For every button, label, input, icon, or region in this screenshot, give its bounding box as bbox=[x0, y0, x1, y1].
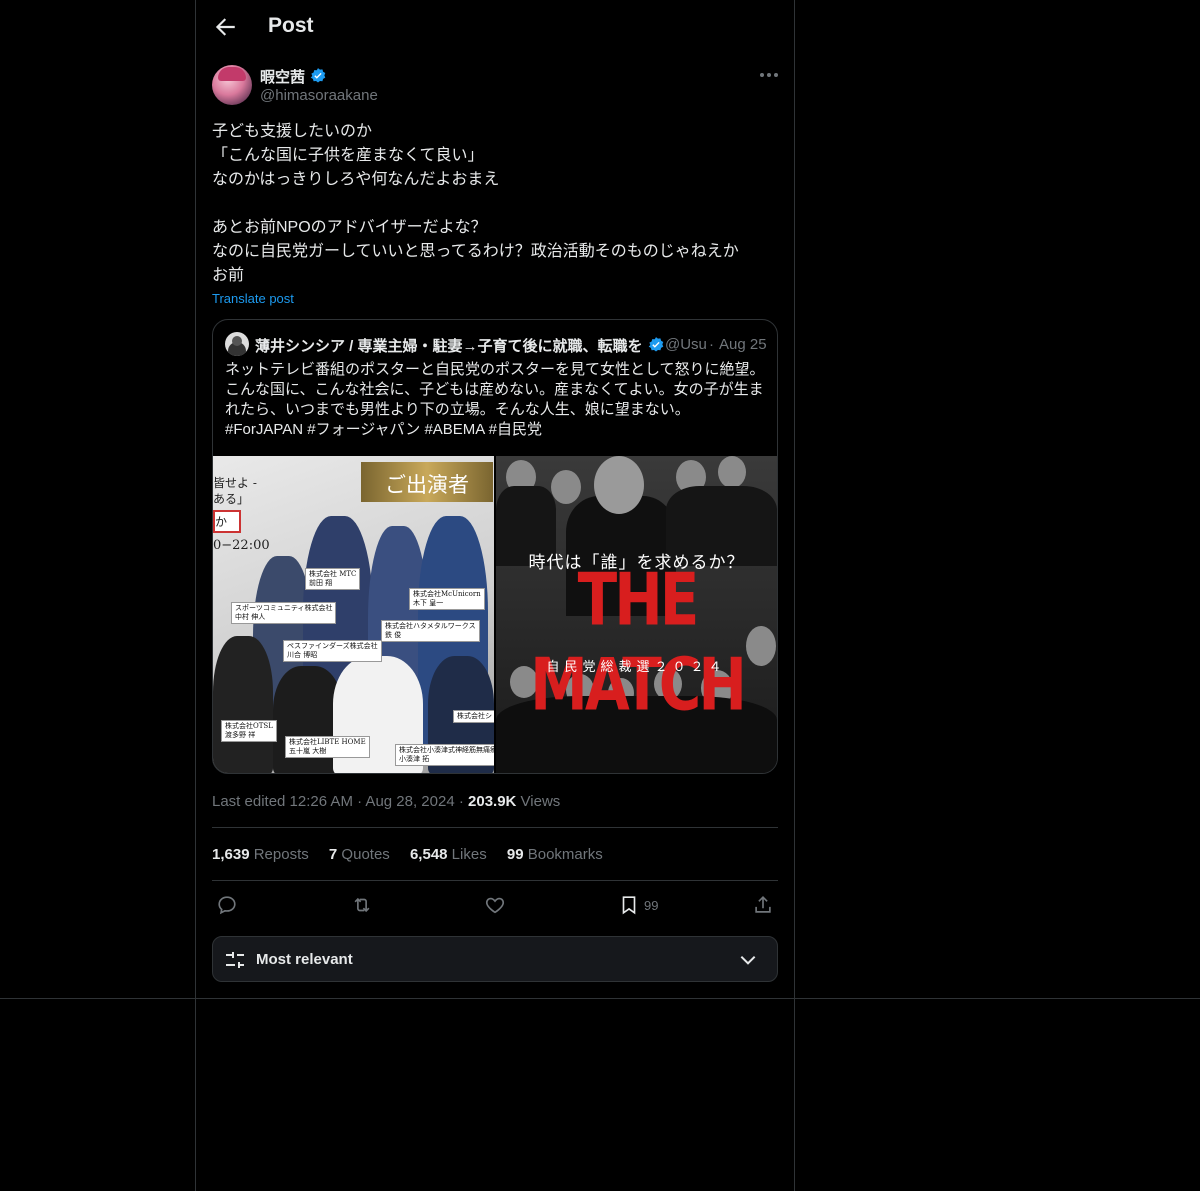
quotes-stat[interactable]: 7 Quotes bbox=[329, 846, 390, 863]
quote-handle[interactable]: @Usu bbox=[665, 336, 707, 353]
divider bbox=[212, 880, 778, 881]
post-text: 子ども支援したいのか 「こんな国に子供を産まなくて良い」 なのかはっきりしろや何… bbox=[212, 123, 739, 284]
poster-text-line: 0−22:00 bbox=[213, 538, 270, 553]
poster-text-line: ある」 bbox=[213, 492, 250, 506]
views-label: Views bbox=[516, 793, 561, 810]
quote-text: ネットテレビ番組のポスターと自民党のポスターを見て女性として怒りに絶望。 こんな… bbox=[225, 361, 765, 438]
verified-badge-icon bbox=[647, 336, 665, 358]
poster-figure bbox=[718, 456, 746, 488]
cast-person bbox=[213, 636, 273, 773]
reposts-count: 1,639 bbox=[212, 846, 250, 863]
quote-author-name[interactable]: 薄井シンシア / 専業主婦・駐妻→子育て後に就職、転職を bbox=[255, 335, 665, 358]
verified-badge-icon bbox=[309, 67, 327, 89]
poster-figure bbox=[551, 470, 581, 504]
post-column: Post 暇空茜 @himasoraakane 子ども支援したいのか 「こんな国… bbox=[195, 0, 795, 1191]
author-name[interactable]: 暇空茜 bbox=[260, 66, 327, 89]
more-dots-icon[interactable] bbox=[758, 66, 780, 84]
arrow-left-icon[interactable] bbox=[212, 14, 238, 40]
engagement-stats: 1,639 Reposts 7 Quotes 6,548 Likes 99 Bo… bbox=[212, 846, 619, 863]
poster-subtitle: 自民党総裁選２０２４ bbox=[546, 660, 727, 675]
cast-label: 株式会社ハタメタルワークス 鉄 俊 bbox=[381, 620, 480, 642]
reposts-stat[interactable]: 1,639 Reposts bbox=[212, 846, 309, 863]
cast-label: 株式会社McUnicorn 木下 皇一 bbox=[409, 588, 485, 610]
quote-image-cast-poster[interactable]: ご出演者 皆せよ - ある」 か 0−22:00 株式会社 MTC 前田 翔 株… bbox=[213, 456, 494, 773]
bookmark-count: 99 bbox=[644, 898, 659, 913]
poster-text-line: 皆せよ - bbox=[213, 476, 257, 490]
quote-avatar[interactable] bbox=[225, 332, 249, 356]
cast-label: ペスファインダーズ株式会社 川合 博昭 bbox=[283, 640, 382, 662]
likes-label: Likes bbox=[447, 846, 487, 863]
author-handle[interactable]: @himasoraakane bbox=[260, 87, 378, 104]
post-meta: Last edited 12:26 AM · Aug 28, 2024 · 20… bbox=[212, 793, 560, 810]
quote-date[interactable]: Aug 25 bbox=[719, 336, 767, 353]
sliders-icon bbox=[223, 948, 247, 977]
quote-image-the-match-poster[interactable]: 時代は「誰」を求めるか？ THE MATCH 自民党総裁選２０２４ bbox=[496, 456, 777, 773]
quote-separator: · bbox=[709, 336, 714, 353]
edited-timestamp[interactable]: Last edited 12:26 AM · Aug 28, 2024 · bbox=[212, 793, 468, 810]
poster-figure bbox=[594, 456, 644, 514]
post-header: Post bbox=[196, 0, 794, 54]
repost-icon[interactable] bbox=[350, 894, 374, 918]
cast-plate: ご出演者 bbox=[361, 462, 493, 502]
cast-label: 株式会社OTSL 渡多野 祥 bbox=[221, 720, 277, 742]
reply-icon[interactable] bbox=[216, 894, 238, 918]
quote-display-name[interactable]: 薄井シンシア / 専業主婦・駐妻→子育て後に就職、転職を bbox=[255, 338, 643, 355]
quotes-label: Quotes bbox=[337, 846, 390, 863]
cast-label: 株式会社シ bbox=[453, 710, 494, 723]
page-title: Post bbox=[268, 14, 314, 37]
cast-plate-text: ご出演者 bbox=[385, 473, 469, 497]
cast-label: 株式会社小湊津式神経筋無痛療法研究所 小湊津 拓 bbox=[395, 744, 494, 766]
heart-icon[interactable] bbox=[484, 894, 506, 918]
timeline-divider bbox=[0, 998, 1200, 999]
quotes-count: 7 bbox=[328, 846, 338, 863]
share-icon[interactable] bbox=[752, 894, 774, 918]
bookmarks-stat[interactable]: 99 Bookmarks bbox=[507, 846, 603, 863]
author-display-name[interactable]: 暇空茜 bbox=[260, 69, 305, 86]
cast-label: 株式会社 MTC 前田 翔 bbox=[305, 568, 361, 590]
bookmarks-label: Bookmarks bbox=[523, 846, 603, 863]
poster-text-line: か bbox=[213, 510, 242, 533]
quoted-post[interactable]: 薄井シンシア / 専業主婦・駐妻→子育て後に就職、転職を @Usu · Aug … bbox=[212, 319, 778, 774]
sort-label: Most relevant bbox=[256, 951, 353, 968]
divider bbox=[212, 827, 778, 828]
bookmark-button[interactable]: 99 bbox=[618, 894, 678, 918]
likes-stat[interactable]: 6,548 Likes bbox=[410, 846, 487, 863]
translate-post-link[interactable]: Translate post bbox=[212, 291, 294, 306]
reposts-label: Reposts bbox=[249, 846, 309, 863]
poster-title: THE MATCH bbox=[530, 557, 747, 727]
chevron-down-icon bbox=[737, 950, 759, 975]
avatar[interactable] bbox=[212, 65, 252, 105]
cast-label: スポーツコミュニティ株式会社 中村 伸人 bbox=[231, 602, 337, 624]
sort-replies-dropdown[interactable]: Most relevant bbox=[212, 936, 778, 982]
views-count: 203.9K bbox=[468, 793, 517, 810]
likes-count: 6,548 bbox=[409, 846, 448, 863]
bookmarks-count: 99 bbox=[506, 846, 524, 863]
cast-label: 株式会社LIBTE HOME 五十嵐 大樹 bbox=[285, 736, 370, 758]
